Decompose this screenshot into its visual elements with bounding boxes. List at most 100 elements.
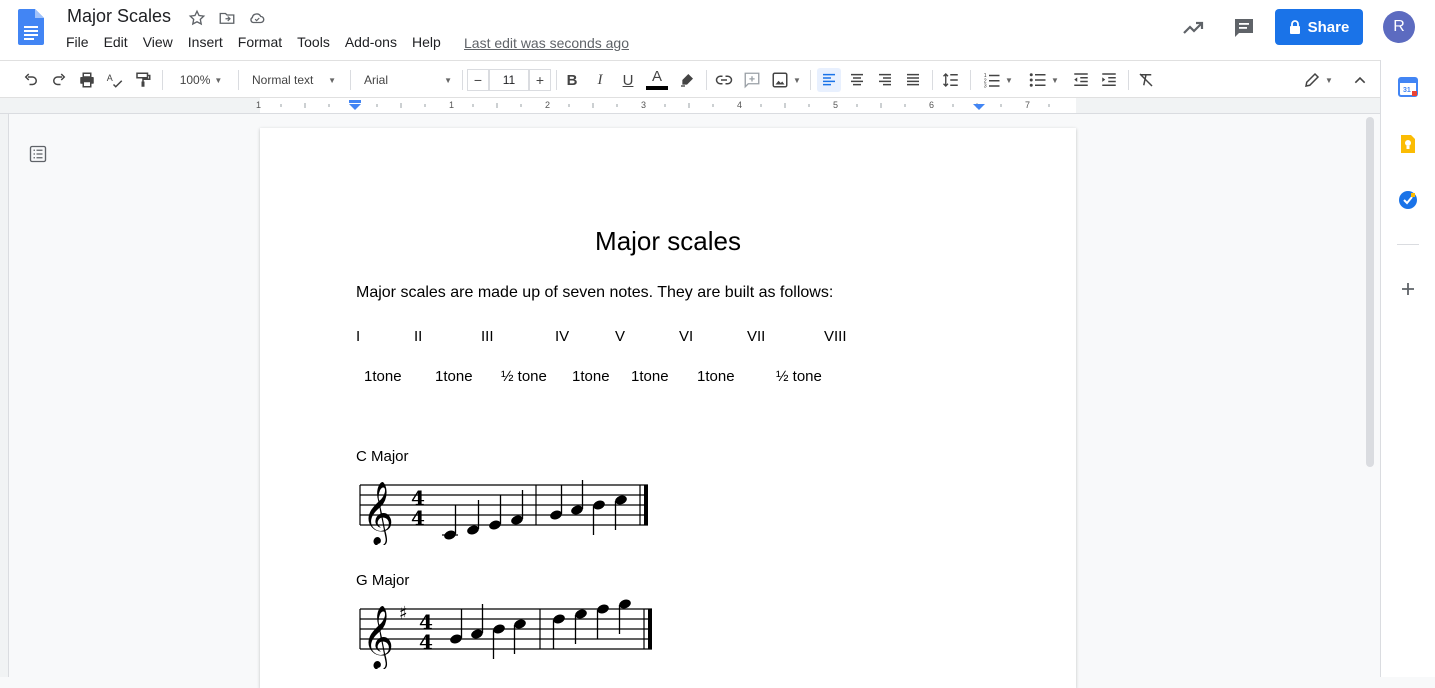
numbered-list-icon[interactable]: 1 2 3 ▼ xyxy=(978,69,1018,91)
font-value: Arial xyxy=(364,73,389,87)
ruler-number: 5 xyxy=(833,100,838,110)
align-center-icon[interactable] xyxy=(846,69,868,91)
top-bar: Major Scales File Edit View Insert Forma… xyxy=(0,0,1435,60)
last-edit-link[interactable]: Last edit was seconds ago xyxy=(464,35,629,51)
underline-icon[interactable]: U xyxy=(617,69,639,91)
font-select[interactable]: Arial ▼ xyxy=(358,69,458,91)
toolbar-divider xyxy=(706,70,707,90)
editing-mode-icon[interactable]: ▼ xyxy=(1298,69,1338,91)
menu-edit[interactable]: Edit xyxy=(104,34,128,50)
share-label: Share xyxy=(1307,18,1350,36)
degree-label: VIII xyxy=(824,328,847,345)
svg-text:𝄞: 𝄞 xyxy=(362,481,394,545)
chevron-down-icon: ▼ xyxy=(444,75,452,85)
g-major-staff-image[interactable]: 𝄞 ♯ 4 4 xyxy=(356,595,656,669)
print-icon[interactable] xyxy=(76,69,98,91)
ruler-number: 4 xyxy=(737,100,742,110)
decrease-indent-icon[interactable] xyxy=(1070,69,1092,91)
document-outline-icon[interactable] xyxy=(29,145,47,168)
italic-icon[interactable]: I xyxy=(589,69,611,91)
clear-formatting-icon[interactable] xyxy=(1135,69,1157,91)
chevron-down-icon: ▼ xyxy=(1005,75,1013,85)
interval-label: ½ tone xyxy=(776,368,822,385)
share-button[interactable]: Share xyxy=(1275,9,1363,45)
align-left-icon[interactable] xyxy=(817,68,841,92)
interval-label: ½ tone xyxy=(501,368,547,385)
ruler-number: 1 xyxy=(256,100,261,110)
comment-icon[interactable] xyxy=(1231,15,1257,41)
scrollbar[interactable] xyxy=(1366,117,1374,467)
redo-icon[interactable] xyxy=(48,69,70,91)
svg-text:♯: ♯ xyxy=(399,603,408,624)
decrease-font-size-button[interactable]: − xyxy=(467,69,489,91)
svg-text:𝄞: 𝄞 xyxy=(362,605,394,669)
move-folder-icon[interactable] xyxy=(217,8,237,28)
highlight-icon[interactable] xyxy=(676,69,698,91)
star-icon[interactable] xyxy=(187,8,207,28)
cloud-saved-icon[interactable] xyxy=(247,8,267,28)
degree-label: V xyxy=(615,328,626,345)
avatar[interactable]: R xyxy=(1383,11,1415,43)
document-page[interactable]: Major scales Major scales are made up of… xyxy=(260,128,1076,688)
align-right-icon[interactable] xyxy=(874,69,896,91)
calendar-icon[interactable]: 31 xyxy=(1398,77,1418,102)
panel-divider xyxy=(1397,244,1419,245)
toolbar-divider xyxy=(238,70,239,90)
increase-indent-icon[interactable] xyxy=(1098,69,1120,91)
toolbar-divider xyxy=(810,70,811,90)
activity-trend-icon[interactable] xyxy=(1180,15,1206,41)
degree-label: I xyxy=(356,328,361,345)
interval-label: 1tone xyxy=(364,368,402,385)
interval-label: 1tone xyxy=(435,368,473,385)
svg-text:4: 4 xyxy=(419,630,433,654)
justify-icon[interactable] xyxy=(902,69,924,91)
horizontal-ruler[interactable]: 1 1 2 3 4 5 6 7 xyxy=(0,98,1380,114)
add-comment-icon[interactable] xyxy=(741,69,763,91)
line-spacing-icon[interactable] xyxy=(940,69,962,91)
zoom-select[interactable]: 100% ▼ xyxy=(170,69,232,91)
paint-format-icon[interactable] xyxy=(132,69,154,91)
add-icon[interactable] xyxy=(1400,281,1416,302)
style-select[interactable]: Normal text ▼ xyxy=(246,69,342,91)
menu-tools[interactable]: Tools xyxy=(297,34,330,50)
keep-icon[interactable] xyxy=(1398,134,1418,159)
menu-file[interactable]: File xyxy=(66,34,89,50)
c-major-staff-image[interactable]: 𝄞 4 4 xyxy=(356,471,656,545)
toolbar-divider xyxy=(1128,70,1129,90)
intro-paragraph: Major scales are made up of seven notes.… xyxy=(356,284,834,301)
insert-link-icon[interactable] xyxy=(713,69,735,91)
svg-text:A: A xyxy=(107,73,113,83)
vertical-ruler[interactable] xyxy=(0,114,9,677)
degree-label: III xyxy=(481,328,494,345)
menu-format[interactable]: Format xyxy=(238,34,282,50)
insert-image-icon[interactable]: ▼ xyxy=(769,69,803,91)
toolbar-divider xyxy=(462,70,463,90)
font-size-input[interactable]: 11 xyxy=(489,69,529,91)
tasks-icon[interactable] xyxy=(1398,190,1418,215)
chevron-up-icon[interactable] xyxy=(1349,69,1371,91)
menu-bar: File Edit View Insert Format Tools Add-o… xyxy=(66,34,456,50)
menu-addons[interactable]: Add-ons xyxy=(345,34,397,50)
menu-insert[interactable]: Insert xyxy=(188,34,223,50)
text-color-icon[interactable]: A xyxy=(645,69,669,91)
toolbar-divider xyxy=(932,70,933,90)
docs-logo-icon[interactable] xyxy=(18,9,44,45)
degree-label: IV xyxy=(555,328,570,345)
bold-icon[interactable]: B xyxy=(561,69,583,91)
toolbar-divider xyxy=(970,70,971,90)
increase-font-size-button[interactable]: + xyxy=(529,69,551,91)
menu-view[interactable]: View xyxy=(143,34,173,50)
ruler-number: 6 xyxy=(929,100,934,110)
bulleted-list-icon[interactable]: ▼ xyxy=(1024,69,1064,91)
ruler-number: 3 xyxy=(641,100,646,110)
document-title[interactable]: Major Scales xyxy=(67,6,171,27)
interval-label: 1tone xyxy=(631,368,669,385)
menu-help[interactable]: Help xyxy=(412,34,441,50)
degree-label: II xyxy=(414,328,423,345)
toolbar-divider xyxy=(556,70,557,90)
scale-label-g-major: G Major xyxy=(356,572,410,589)
undo-icon[interactable] xyxy=(20,69,42,91)
style-value: Normal text xyxy=(252,73,314,87)
ruler-number: 7 xyxy=(1025,100,1030,110)
spellcheck-icon[interactable]: A xyxy=(104,69,126,91)
